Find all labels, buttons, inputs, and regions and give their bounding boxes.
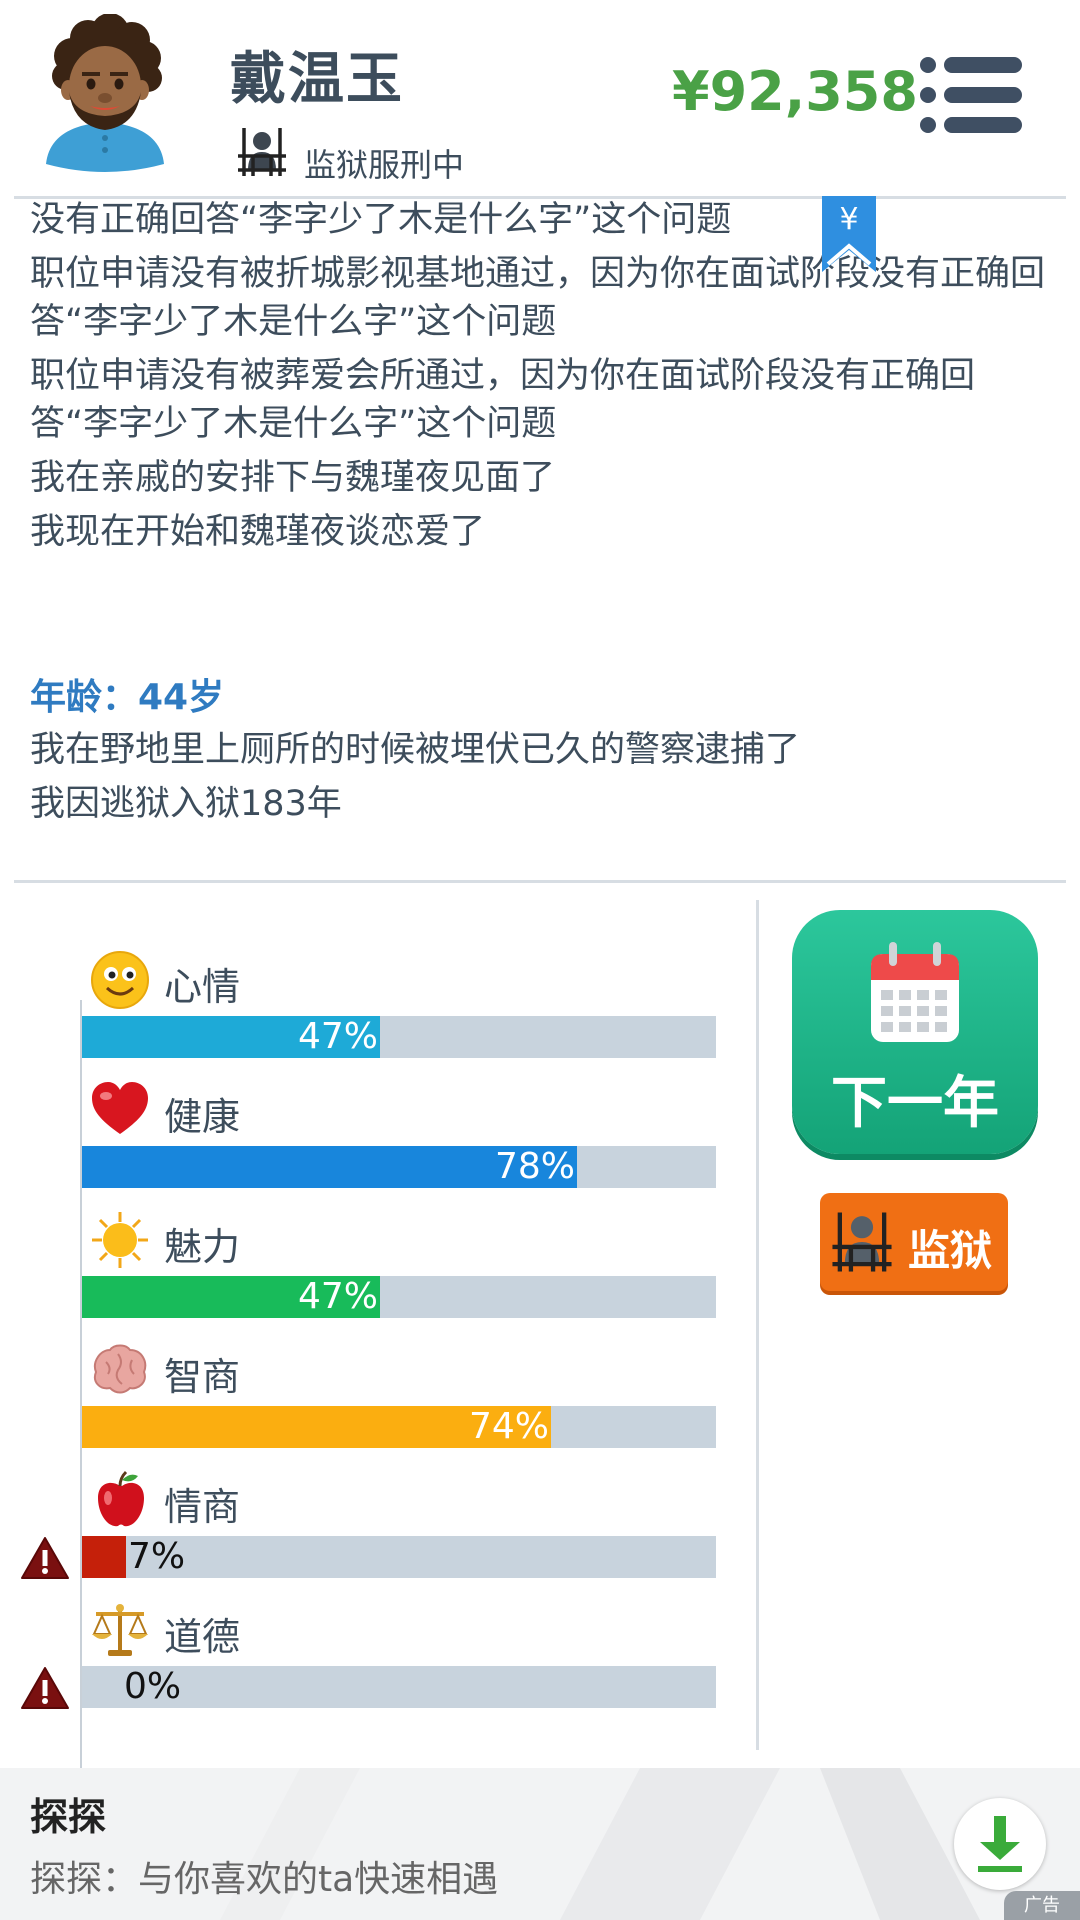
stat-label: 魅力 — [164, 1225, 241, 1269]
stat-bar: 78% — [82, 1146, 716, 1188]
log-line: 我因逃狱入狱183年 — [30, 784, 342, 824]
stat-value: 74% — [468, 1406, 549, 1447]
scales-icon — [92, 1604, 148, 1656]
stat-charm: 魅力 47% — [0, 1210, 760, 1340]
sun-icon — [92, 1212, 148, 1268]
section-divider — [14, 880, 1066, 883]
bookmark-symbol: ¥ — [839, 202, 859, 237]
ad-badge: 广告 — [1004, 1891, 1080, 1920]
prison-status-icon — [236, 126, 288, 178]
download-icon — [978, 1816, 1022, 1872]
brain-icon — [94, 1344, 147, 1394]
next-year-button[interactable]: 下一年 — [792, 910, 1038, 1154]
stat-value: 7% — [128, 1536, 186, 1577]
next-year-label: 下一年 — [831, 1071, 999, 1136]
stat-label: 道德 — [164, 1615, 241, 1659]
log-line: 职位申请没有被葬爱会所通过，因为你在面试阶段没有正确回答“李字少了木是什么字”这… — [30, 356, 976, 444]
warning-icon — [21, 1537, 69, 1579]
profile-header: 戴温玉 监狱服刑中 ¥92,358 — [0, 0, 1080, 196]
ad-banner[interactable]: 探探 探探：与你喜欢的ta快速相遇 — [0, 1768, 1080, 1920]
stat-bar-fill — [82, 1536, 126, 1578]
calendar-icon — [871, 942, 959, 1042]
stat-eq: 情商 7% — [0, 1470, 760, 1600]
stat-bar: 47% — [82, 1276, 716, 1318]
stat-value: 47% — [297, 1016, 378, 1057]
log-line: 没有正确回答“李字少了木是什么字”这个问题 — [30, 200, 732, 240]
stat-morality: 道德 0% — [0, 1600, 760, 1730]
stat-mood: 心情 47% — [0, 950, 760, 1080]
stat-label: 情商 — [164, 1485, 241, 1529]
money-bookmark-tab[interactable]: ¥ — [822, 196, 876, 272]
event-log: 没有正确回答“李字少了木是什么字”这个问题 职位申请没有被折城影视基地通过，因为… — [30, 196, 1050, 556]
smiley-icon — [91, 951, 149, 1009]
stat-bar: 74% — [82, 1406, 716, 1448]
stat-label: 智商 — [164, 1355, 241, 1399]
stat-iq: 智商 74% — [0, 1340, 760, 1470]
money-balance: ¥92,358 — [672, 60, 918, 123]
stat-health: 健康 78% — [0, 1080, 760, 1210]
heart-icon — [92, 1082, 148, 1134]
stat-label: 健康 — [164, 1095, 241, 1139]
avatar — [46, 14, 164, 172]
stat-value: 47% — [297, 1276, 378, 1317]
log-line: 我在亲戚的安排下与魏瑾夜见面了 — [30, 458, 556, 498]
vertical-divider — [756, 900, 759, 1750]
stat-value: 0% — [124, 1666, 182, 1707]
stats-panel: 心情 47% 健康 78% 魅力 47% 智商 74% 情商 7% 道德 0% — [0, 900, 760, 1830]
warning-icon — [21, 1667, 69, 1709]
prison-label: 监狱 — [908, 1226, 993, 1275]
player-name: 戴温玉 — [230, 47, 404, 112]
log-line: 我现在开始和魏瑾夜谈恋爱了 — [30, 512, 486, 552]
stat-value: 78% — [494, 1146, 575, 1187]
stat-label: 心情 — [164, 965, 241, 1009]
ad-title: 探探 — [30, 1795, 107, 1839]
prison-icon — [832, 1212, 892, 1272]
stat-bar: 47% — [82, 1016, 716, 1058]
prison-button[interactable]: 监狱 — [820, 1193, 1008, 1291]
stat-bar: 0% — [82, 1666, 716, 1708]
log-line: 我在野地里上厕所的时候被埋伏已久的警察逮捕了 — [30, 730, 801, 770]
menu-icon[interactable] — [920, 56, 1022, 134]
ad-description: 探探：与你喜欢的ta快速相遇 — [30, 1859, 499, 1900]
stat-bar: 7% — [82, 1536, 716, 1578]
age-heading: 年龄：44岁 — [30, 677, 225, 718]
event-log-recent: 我在野地里上厕所的时候被埋伏已久的警察逮捕了 我因逃狱入狱183年 — [30, 723, 1050, 831]
download-button[interactable] — [954, 1798, 1046, 1890]
status-text: 监狱服刑中 — [304, 146, 465, 184]
log-line: 职位申请没有被折城影视基地通过，因为你在面试阶段没有正确回答“李字少了木是什么字… — [30, 254, 1046, 342]
apple-icon — [98, 1470, 144, 1527]
